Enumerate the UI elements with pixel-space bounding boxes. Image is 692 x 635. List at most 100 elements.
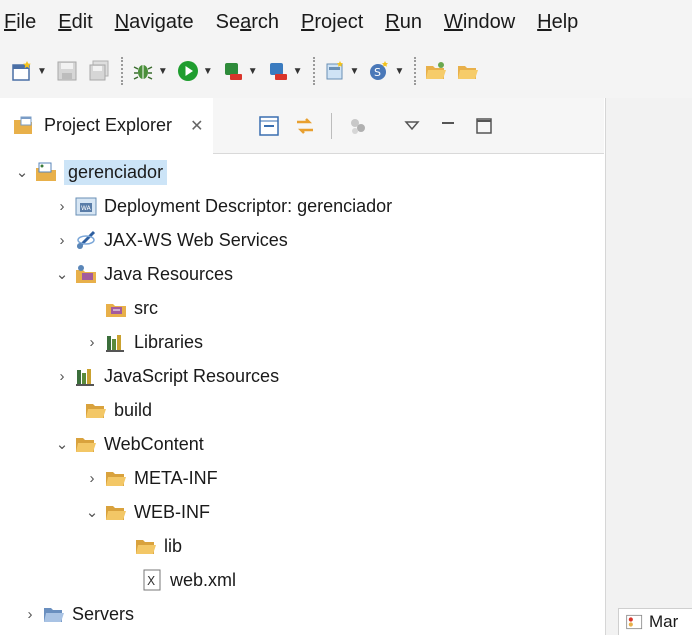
menu-edit[interactable]: Edit [58, 11, 92, 34]
link-with-editor-icon[interactable] [293, 114, 317, 138]
tree-node-web-xml[interactable]: X web.xml [140, 564, 236, 596]
chevron-down-icon[interactable]: ⌄ [14, 163, 30, 181]
chevron-right-icon[interactable]: › [54, 198, 70, 215]
folder-icon [136, 540, 156, 554]
chevron-right-icon[interactable]: › [84, 334, 100, 351]
tree-node-gerenciador[interactable]: ⌄ gerenciador [14, 156, 168, 188]
menu-window[interactable]: Window [444, 11, 515, 34]
view-menu-icon[interactable] [400, 114, 424, 138]
project-explorer-icon [14, 116, 32, 134]
tree-label: META-INF [134, 467, 218, 488]
web-services-icon [76, 230, 96, 250]
maximize-icon[interactable] [472, 114, 496, 138]
main-toolbar: ▼ ▼ ▼ ▼ ▼ ▼ S ▼ [0, 44, 692, 98]
view-toolbar [257, 112, 508, 139]
menu-project[interactable]: Project [301, 11, 363, 34]
menu-run[interactable]: Run [385, 11, 422, 34]
source-folder-icon [106, 304, 126, 317]
svg-text:WA: WA [81, 205, 92, 212]
chevron-down-icon[interactable]: ⌄ [84, 503, 100, 521]
tree-node-webcontent[interactable]: ⌄ WebContent [54, 428, 204, 460]
tree-node-deployment-descriptor[interactable]: › WA Deployment Descriptor: gerenciador [54, 190, 392, 222]
folder-icon [76, 438, 96, 452]
tree-node-java-resources[interactable]: ⌄ Java Resources [54, 258, 233, 290]
menu-file[interactable]: File [4, 11, 36, 34]
toolbar-separator [120, 57, 123, 85]
tree-node-meta-inf[interactable]: › META-INF [84, 462, 218, 494]
chevron-down-icon[interactable]: ▼ [248, 66, 258, 77]
chevron-down-icon[interactable]: ⌄ [54, 435, 70, 453]
tree-label: Servers [72, 603, 135, 624]
folder-icon [44, 608, 64, 622]
tree-node-src[interactable]: src [104, 292, 158, 324]
tree-node-libraries[interactable]: › Libraries [84, 326, 203, 358]
chevron-right-icon[interactable]: › [22, 606, 38, 623]
tree-label: WebContent [104, 433, 204, 454]
tree-node-jax-ws[interactable]: › JAX-WS Web Services [54, 224, 288, 256]
open-folder-button-2[interactable] [456, 59, 480, 83]
menu-bar: File Edit Navigate Search Project Run Wi… [0, 0, 692, 44]
svg-text:X: X [147, 574, 155, 588]
chevron-right-icon[interactable]: › [84, 470, 100, 487]
folder-icon [106, 506, 126, 520]
xml-file-icon: X [143, 569, 161, 591]
java-resources-icon [76, 265, 96, 283]
run-button[interactable]: ▼ [176, 59, 213, 83]
tree-label: WEB-INF [134, 501, 210, 522]
toolbar-separator [414, 57, 417, 85]
chevron-down-icon[interactable]: ▼ [37, 66, 47, 77]
chevron-right-icon[interactable]: › [54, 232, 70, 249]
folder-icon [106, 472, 126, 486]
tab-markers[interactable]: Mar [618, 608, 692, 635]
new-service-button[interactable]: S ▼ [367, 59, 404, 83]
save-button[interactable] [55, 59, 79, 83]
tree-node-web-inf[interactable]: ⌄ WEB-INF [84, 496, 210, 528]
run-icon [177, 61, 198, 81]
collapse-all-icon[interactable] [257, 114, 281, 138]
folder-icon [86, 404, 106, 418]
tree-node-build[interactable]: build [84, 394, 152, 426]
debug-button[interactable]: ▼ [131, 59, 168, 83]
close-icon[interactable]: ✕ [190, 116, 203, 136]
tree-node-lib[interactable]: lib [134, 530, 182, 562]
new-button[interactable]: ▼ [10, 59, 47, 83]
bug-icon [133, 65, 153, 80]
view-tab-label: Project Explorer [44, 115, 173, 135]
tree-node-javascript-resources[interactable]: › JavaScript Resources [54, 360, 279, 392]
new-file-icon [12, 61, 31, 81]
chevron-down-icon[interactable]: ⌄ [54, 265, 70, 283]
tree-label: Deployment Descriptor: gerenciador [104, 195, 393, 216]
minimize-icon[interactable] [436, 114, 460, 138]
menu-search[interactable]: Search [216, 11, 279, 34]
server-icon [326, 61, 343, 80]
tree-node-servers[interactable]: › Servers [22, 598, 135, 630]
save-all-button[interactable] [87, 59, 111, 83]
chevron-down-icon[interactable]: ▼ [158, 66, 168, 77]
chevron-down-icon[interactable]: ▼ [203, 66, 213, 77]
toolbar-separator [312, 57, 315, 85]
chevron-down-icon[interactable]: ▼ [293, 66, 303, 77]
menu-help[interactable]: Help [537, 11, 578, 34]
tree-label: Libraries [134, 331, 204, 352]
focus-icon[interactable] [346, 114, 370, 138]
chevron-down-icon[interactable]: ▼ [394, 66, 404, 77]
project-tree: ⌄ gerenciador › WA Deployment Descriptor… [0, 154, 604, 635]
open-folder-icon [426, 62, 447, 79]
tree-label: web.xml [170, 569, 237, 590]
svg-text:S: S [374, 66, 381, 79]
chevron-down-icon[interactable]: ▼ [350, 66, 360, 77]
coverage-button[interactable]: ▼ [221, 59, 258, 83]
tree-label: Java Resources [104, 263, 234, 284]
chevron-right-icon[interactable]: › [54, 368, 70, 385]
project-icon [36, 162, 56, 181]
tab-project-explorer[interactable]: Project Explorer ✕ [0, 97, 214, 154]
deployment-descriptor-icon: WA [75, 197, 97, 216]
external-tools-button[interactable]: ▼ [266, 59, 303, 83]
libraries-icon [106, 335, 124, 352]
menu-navigate[interactable]: Navigate [115, 11, 194, 34]
new-server-button[interactable]: ▼ [323, 59, 360, 83]
save-all-icon [89, 60, 109, 81]
tree-label: gerenciador [64, 159, 168, 185]
save-icon [57, 61, 77, 81]
open-folder-button[interactable] [424, 59, 448, 83]
